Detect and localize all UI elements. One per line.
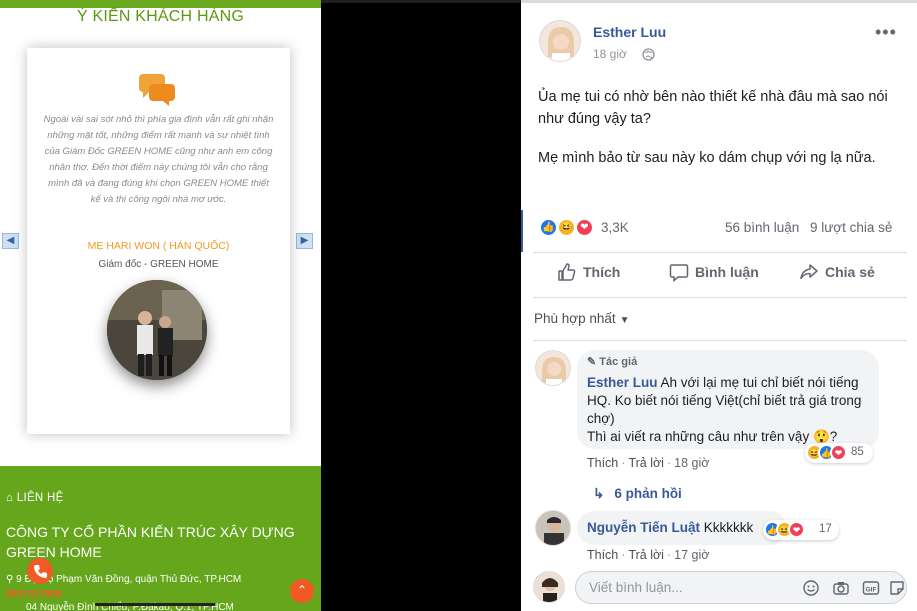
location-pin-icon: ⚲ <box>6 574 17 585</box>
testimonial-card: Ngoài vài sai sót nhỏ thì phía gia đình … <box>27 48 290 434</box>
comment-like-link[interactable]: Thích <box>587 548 618 562</box>
view-replies-link[interactable]: ↳ 6 phản hồi <box>593 486 682 502</box>
divider <box>533 297 907 298</box>
haha-reaction-icon: 😆 <box>557 218 576 237</box>
post-timestamp[interactable]: 18 giờ <box>593 47 627 61</box>
comment-icon <box>669 264 689 282</box>
emoji-icon[interactable] <box>802 579 820 597</box>
slider-next-button[interactable]: ▶ <box>296 233 313 249</box>
site-topbar <box>0 0 321 8</box>
pencil-icon: ✎ <box>587 356 600 368</box>
commenter-name[interactable]: Esther Luu <box>587 375 658 390</box>
divider <box>533 340 907 341</box>
share-arrow-icon <box>800 264 818 280</box>
like-reaction-icon: 👍 <box>539 218 558 237</box>
share-button[interactable]: Chia sẻ <box>799 262 875 288</box>
bottom-bar <box>95 603 215 606</box>
phone-number[interactable]: 0937417888 <box>6 589 62 600</box>
testimonial-role: Giám đốc - GREEN HOME <box>98 259 219 270</box>
facebook-post-panel: Esther Luu 18 giờ ••• Ủa mẹ tui có nhờ b… <box>521 0 917 611</box>
comment-meta: Thích · Trả lời · 17 giờ <box>587 548 710 562</box>
love-reaction-icon: ❤ <box>830 444 847 461</box>
comment-like-link[interactable]: Thích <box>587 456 618 470</box>
slider-prev-button[interactable]: ◀ <box>2 233 19 249</box>
comment-avatar[interactable] <box>535 510 571 546</box>
author-badge: ✎ Tác giả <box>587 356 638 368</box>
post-author-avatar[interactable] <box>539 20 581 62</box>
post-text-line-2: Mẹ mình bảo từ sau này ko dám chụp với n… <box>538 150 876 166</box>
comment-input[interactable]: Viết bình luận... GIF <box>575 571 907 604</box>
love-reaction-icon: ❤ <box>788 521 805 538</box>
post-text-line-1: Ủa mẹ tui có nhờ bên nào thiết kế nhà đâ… <box>538 89 888 127</box>
reaction-count[interactable]: 3,3K <box>601 220 629 235</box>
chat-bubbles-icon <box>139 74 175 106</box>
testimonial-author: MẸ HARI WON ( HÀN QUỐC) <box>87 240 230 252</box>
chevron-up-icon: ⌃ <box>296 583 308 597</box>
thumbs-up-icon <box>558 263 576 281</box>
comment-text: Nguyễn Tiến Luật Kkkkkkk <box>587 520 754 535</box>
comment-time[interactable]: 18 giờ <box>674 456 709 470</box>
composer-avatar <box>533 571 565 603</box>
divider <box>533 252 907 253</box>
comment-text: Esther Luu Ah với lại mẹ tui chỉ biết nó… <box>587 375 862 444</box>
gap-strip <box>321 0 521 3</box>
svg-text:GIF: GIF <box>866 587 877 594</box>
comment-time[interactable]: 17 giờ <box>674 548 709 562</box>
reaction-summary[interactable]: 👍 😆 ❤ <box>539 218 599 238</box>
comment-avatar[interactable] <box>535 350 571 386</box>
call-button[interactable] <box>27 558 53 584</box>
comment-bubble: ✎ Tác giả Esther Luu Ah với lại mẹ tui c… <box>577 350 879 449</box>
top-strip <box>521 0 917 3</box>
section-heading: Ý KIẾN KHÁCH HÀNG <box>77 8 244 25</box>
black-gap <box>321 0 521 611</box>
like-button[interactable]: Thích <box>557 262 620 288</box>
contact-heading: ⌂ LIÊN HỆ <box>6 492 64 504</box>
more-options-icon[interactable]: ••• <box>875 22 897 43</box>
comment-count[interactable]: 56 bình luận <box>725 220 799 235</box>
love-reaction-icon: ❤ <box>575 218 594 237</box>
comment-reactions[interactable]: 👍 😆 ❤ 17 <box>763 520 839 540</box>
commenter-name[interactable]: Nguyễn Tiến Luật <box>587 520 700 535</box>
comment-bubble: Nguyễn Tiến Luật Kkkkkkk <box>577 511 787 545</box>
gif-icon[interactable]: GIF <box>862 579 880 597</box>
comment-meta: Thích · Trả lời · 18 giờ <box>587 456 710 470</box>
website-panel: Ý KIẾN KHÁCH HÀNG ◀ ▶ Ngoài vài sai sót … <box>0 0 321 611</box>
comment-reply-link[interactable]: Trả lời <box>628 456 664 470</box>
site-footer: ⌂ LIÊN HỆ CÔNG TY CỔ PHẦN KIẾN TRÚC XÂY … <box>0 466 321 611</box>
reply-arrow-icon: ↳ <box>593 486 605 501</box>
post-author-name[interactable]: Esther Luu <box>593 24 666 40</box>
scroll-to-top-button[interactable]: ⌃ <box>290 579 314 603</box>
reaction-bar-marker <box>521 210 523 252</box>
comment-button[interactable]: Bình luận <box>669 262 759 288</box>
comment-sort-dropdown[interactable]: Phù hợp nhất ▼ <box>534 311 630 326</box>
camera-icon[interactable] <box>832 579 850 597</box>
phone-icon <box>34 565 47 578</box>
company-name: CÔNG TY CỔ PHẦN KIẾN TRÚC XÂY DỰNG GREEN… <box>6 524 295 560</box>
caret-down-icon: ▼ <box>619 315 630 326</box>
testimonial-quote: Ngoài vài sai sót nhỏ thì phía gia đình … <box>43 114 274 205</box>
sticker-icon[interactable] <box>888 579 906 597</box>
author-photo <box>107 280 207 380</box>
share-count[interactable]: 9 lượt chia sẻ <box>810 220 892 235</box>
home-icon: ⌂ <box>6 492 17 504</box>
comment-reply-link[interactable]: Trả lời <box>628 548 664 562</box>
globe-icon <box>642 48 655 61</box>
comment-reactions[interactable]: 😆 👍 ❤ 85 <box>805 443 873 463</box>
